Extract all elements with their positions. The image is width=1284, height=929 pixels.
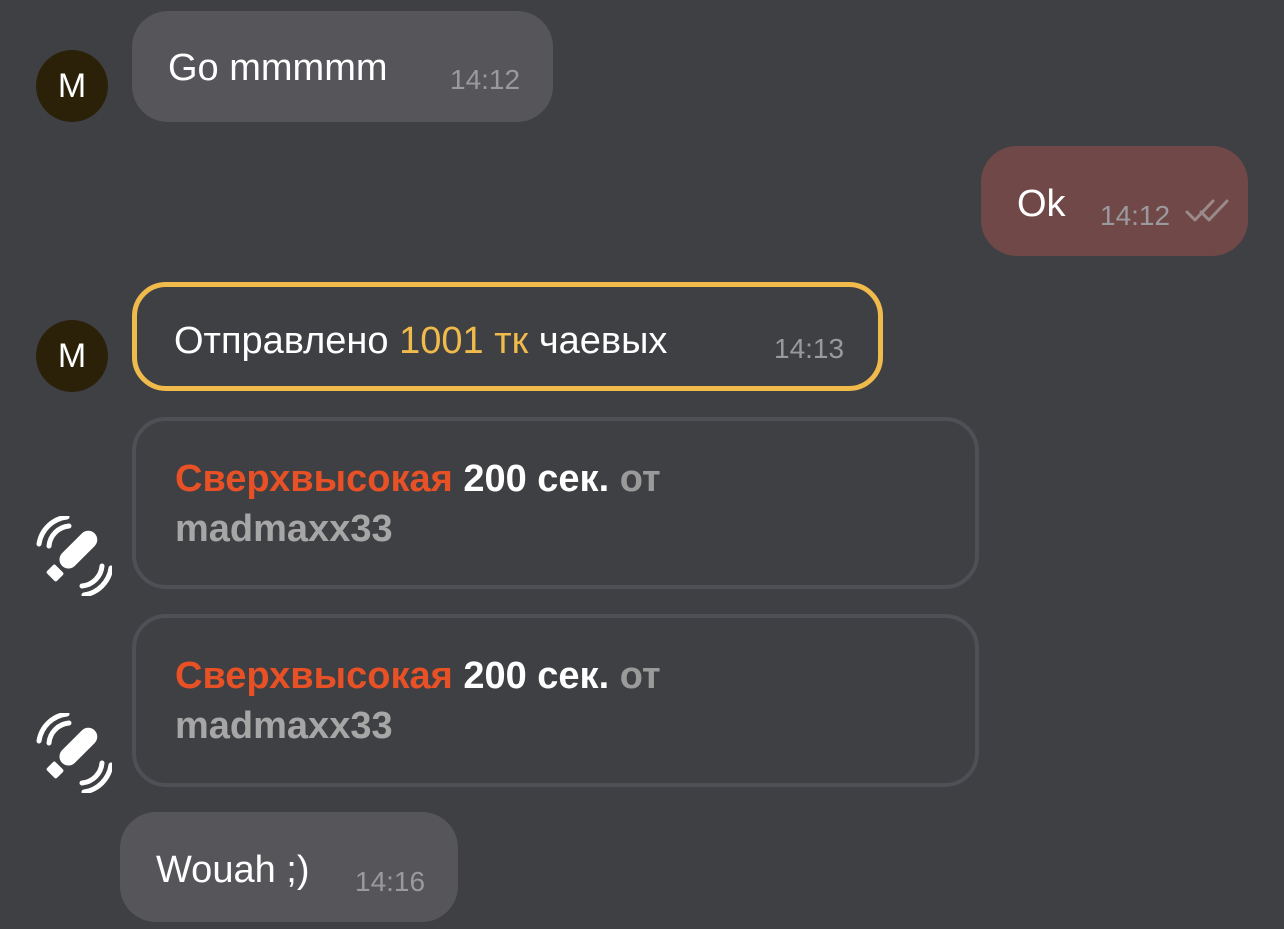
- toy-activation-text: Сверхвысокая 200 сек. от madmaxx33: [175, 454, 935, 554]
- avatar[interactable]: M: [36, 50, 108, 122]
- chat-thread: M Go mmmmm 14:12 Ok 14:12 M Отправлено 1…: [0, 0, 1284, 929]
- vibration-duration: 200 сек.: [463, 458, 610, 500]
- tip-message-bubble[interactable]: Отправлено 1001 тк чаевых 14:13: [132, 282, 883, 391]
- message-time: 14:16: [355, 866, 426, 897]
- message-time: 14:12: [450, 64, 521, 95]
- message-text: Wouah ;): [156, 849, 310, 891]
- toy-activation-card: Сверхвысокая 200 сек. от madmaxx33: [132, 614, 979, 787]
- outgoing-message-bubble[interactable]: Ok 14:12: [981, 146, 1248, 256]
- toy-activation-card: Сверхвысокая 200 сек. от madmaxx33: [132, 417, 979, 589]
- tip-suffix: чаевых: [538, 320, 668, 362]
- vibration-level: Сверхвысокая: [175, 458, 453, 500]
- avatar[interactable]: M: [36, 320, 108, 392]
- tipper-username[interactable]: madmaxx33: [175, 508, 393, 550]
- tip-prefix: Отправлено: [174, 320, 389, 362]
- tipper-username[interactable]: madmaxx33: [175, 705, 393, 747]
- from-label: от: [619, 458, 661, 500]
- message-text: Ok: [1017, 183, 1066, 225]
- vibration-duration: 200 сек.: [463, 655, 610, 697]
- message-time: 14:12: [1100, 200, 1171, 231]
- incoming-message-bubble[interactable]: Wouah ;) 14:16: [120, 812, 458, 922]
- vibration-level: Сверхвысокая: [175, 655, 453, 697]
- tip-amount: 1001 тк: [399, 320, 529, 362]
- tip-text: Отправлено 1001 тк чаевых: [174, 320, 667, 363]
- incoming-message-bubble[interactable]: Go mmmmm 14:12: [132, 11, 553, 122]
- message-time: 14:13: [774, 333, 845, 364]
- vibrator-icon: [36, 713, 112, 793]
- double-check-icon: [1185, 199, 1229, 222]
- message-text: Go mmmmm: [168, 47, 388, 89]
- vibrator-icon: [36, 516, 112, 596]
- toy-activation-text: Сверхвысокая 200 сек. от madmaxx33: [175, 651, 935, 751]
- from-label: от: [619, 655, 661, 697]
